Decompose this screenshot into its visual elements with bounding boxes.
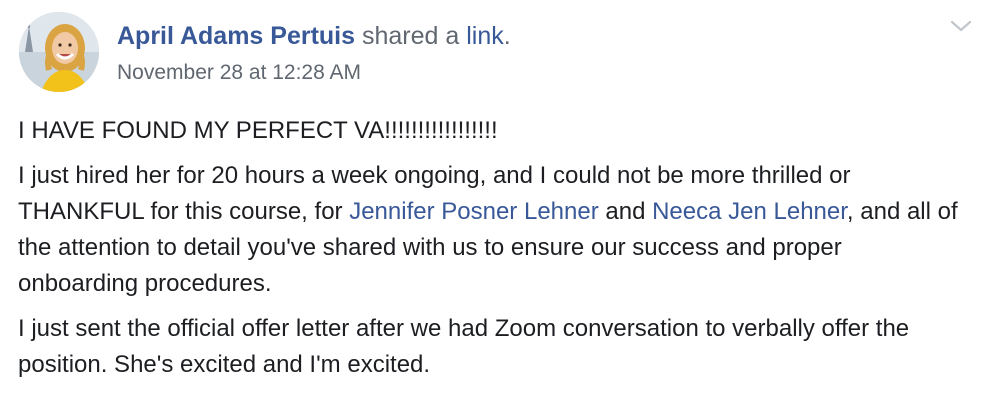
avatar-image [19, 12, 99, 92]
header-punctuation: . [503, 22, 511, 50]
post-paragraph-3: I just sent the official offer letter af… [18, 315, 910, 378]
mention-neeca-jen-lehner[interactable]: Neeca Jen Lehner [652, 198, 847, 225]
post-header: April Adams Pertuis shared a link. [117, 20, 511, 52]
post-paragraph-1: I HAVE FOUND MY PERFECT VA!!!!!!!!!!!!!!… [18, 117, 498, 144]
paragraph-text: and [598, 198, 653, 225]
post-timestamp[interactable]: November 28 at 12:28 AM [117, 60, 361, 86]
author-name-link[interactable]: April Adams Pertuis [117, 22, 355, 50]
post-card: April Adams Pertuis shared a link. Novem… [0, 0, 994, 415]
mention-jennifer-posner-lehner[interactable]: Jennifer Posner Lehner [349, 198, 599, 225]
post-options-button[interactable] [946, 14, 976, 38]
post-paragraph-2: I just hired her for 20 hours a week ong… [18, 158, 968, 302]
post-body: I HAVE FOUND MY PERFECT VA!!!!!!!!!!!!!!… [18, 113, 968, 392]
chevron-down-icon [950, 20, 972, 32]
shared-link[interactable]: link [466, 22, 504, 50]
avatar[interactable] [19, 12, 99, 92]
shared-action-text: shared a [355, 22, 467, 50]
